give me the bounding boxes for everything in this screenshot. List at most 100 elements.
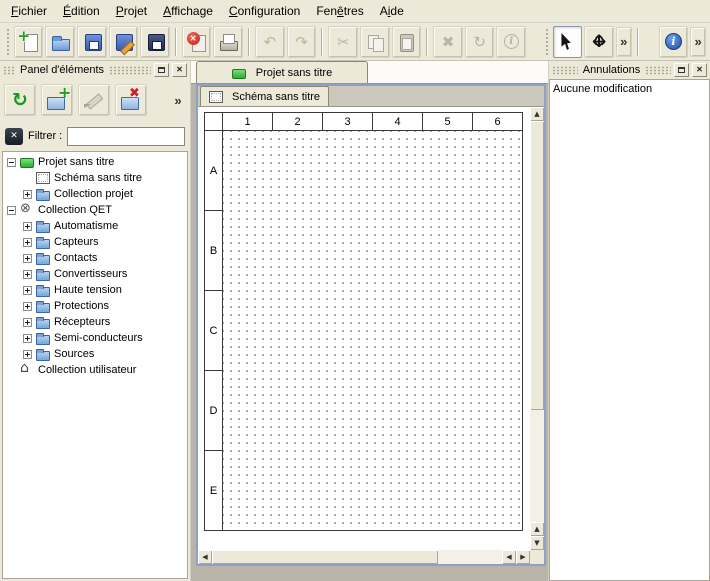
menu-configuration[interactable]: Configuration — [221, 1, 308, 21]
tree-item-semi-conducteurs[interactable]: Semi-conducteurs — [3, 330, 187, 346]
scroll-up-button[interactable]: ▲ — [530, 522, 544, 536]
undo-list-item[interactable]: Aucune modification — [553, 82, 706, 97]
tab-projet-sans-titre[interactable]: Projet sans titre — [196, 61, 368, 83]
tree-item-haute-tension[interactable]: Haute tension — [3, 282, 187, 298]
print-button[interactable] — [213, 26, 243, 58]
expand-icon[interactable] — [23, 318, 32, 327]
info-blue-icon — [665, 33, 682, 50]
expand-icon[interactable] — [23, 222, 32, 231]
main-area: Panel d'éléments ✕ ↻ » Filtrer : — [0, 61, 710, 581]
elements-tree[interactable]: Projet sans titre Schéma sans titre Coll… — [2, 151, 188, 579]
select-pointer-icon — [561, 33, 573, 50]
dock-grip — [3, 66, 15, 75]
new-element-button[interactable] — [41, 84, 73, 116]
tree-item-schema[interactable]: Schéma sans titre — [3, 170, 187, 186]
tree-item-project[interactable]: Projet sans titre — [3, 154, 187, 170]
copy-button[interactable] — [360, 26, 390, 58]
paste-button[interactable] — [392, 26, 422, 58]
tree-item-convertisseurs[interactable]: Convertisseurs — [3, 266, 187, 282]
vertical-scrollbar[interactable]: ▲ ▲ ▼ — [530, 107, 544, 550]
horizontal-scroll-track[interactable] — [212, 550, 502, 564]
edit-element-button[interactable] — [78, 84, 110, 116]
tree-item-protections[interactable]: Protections — [3, 298, 187, 314]
menu-affichage[interactable]: Affichage — [155, 1, 221, 21]
redo-button[interactable]: ↷ — [287, 26, 317, 58]
schema-tab-label: Schéma sans titre — [232, 91, 320, 103]
delete-element-button[interactable] — [115, 84, 147, 116]
scroll-up-button[interactable]: ▲ — [530, 107, 544, 121]
about-button[interactable] — [659, 26, 689, 58]
select-tool-button[interactable] — [553, 26, 583, 58]
new-file-button[interactable] — [14, 26, 44, 58]
expand-icon[interactable] — [23, 302, 32, 311]
panel-overflow-button[interactable]: » — [170, 91, 186, 109]
toolbar-grip[interactable] — [545, 28, 549, 56]
annulations-titlebar[interactable]: Annulations ✕ — [549, 61, 710, 79]
rotate-button[interactable]: ↻ — [465, 26, 495, 58]
filter-input[interactable] — [67, 127, 185, 146]
folder-icon — [36, 332, 50, 344]
expand-icon[interactable] — [23, 286, 32, 295]
expand-icon[interactable] — [23, 334, 32, 343]
menu-projet[interactable]: Projet — [108, 1, 155, 21]
horizontal-scrollbar[interactable]: ◀ ◀ ▶ — [198, 550, 530, 564]
toolbar-separator — [248, 28, 250, 56]
scroll-right-icon: ▶ — [520, 554, 525, 561]
scroll-left-button[interactable]: ◀ — [502, 550, 516, 564]
filter-clear-icon[interactable] — [5, 128, 23, 145]
toolbar-overflow-button[interactable]: » — [690, 27, 706, 57]
toolbar-grip[interactable] — [6, 28, 10, 56]
tree-item-automatisme[interactable]: Automatisme — [3, 218, 187, 234]
scroll-down-button[interactable]: ▼ — [530, 536, 544, 550]
tree-item-collection-projet[interactable]: Collection projet — [3, 186, 187, 202]
expand-icon[interactable] — [23, 254, 32, 263]
undo-history-list[interactable]: Aucune modification — [549, 79, 710, 581]
horizontal-scroll-thumb[interactable] — [212, 550, 438, 564]
column-header: 4 — [373, 113, 423, 131]
save-button[interactable] — [77, 26, 107, 58]
scroll-left-button[interactable]: ◀ — [198, 550, 212, 564]
info-button[interactable] — [496, 26, 526, 58]
dock-float-button[interactable] — [154, 63, 169, 77]
expand-icon[interactable] — [23, 270, 32, 279]
expand-icon[interactable] — [23, 350, 32, 359]
move-tool-button[interactable] — [584, 26, 614, 58]
cut-button[interactable]: ✂ — [328, 26, 358, 58]
expand-icon[interactable] — [23, 238, 32, 247]
reload-collections-button[interactable]: ↻ — [4, 84, 36, 116]
delete-button[interactable]: ✖ — [433, 26, 463, 58]
scroll-right-button[interactable]: ▶ — [516, 550, 530, 564]
menu-edition[interactable]: Édition — [55, 1, 108, 21]
vertical-scroll-thumb[interactable] — [530, 121, 544, 410]
tree-item-contacts[interactable]: Contacts — [3, 250, 187, 266]
info-icon — [504, 34, 519, 49]
undo-button[interactable]: ↶ — [255, 26, 285, 58]
tree-item-collection-qet[interactable]: Collection QET — [3, 202, 187, 218]
elements-panel-titlebar[interactable]: Panel d'éléments ✕ — [0, 61, 190, 79]
tree-item-sources[interactable]: Sources — [3, 346, 187, 362]
dock-close-button[interactable]: ✕ — [692, 63, 707, 77]
tree-item-recepteurs[interactable]: Récepteurs — [3, 314, 187, 330]
menu-fenetres[interactable]: Fenêtres — [308, 1, 371, 21]
open-button[interactable] — [45, 26, 75, 58]
dock-close-button[interactable]: ✕ — [172, 63, 187, 77]
save-all-button[interactable] — [140, 26, 170, 58]
collapse-icon[interactable] — [7, 206, 16, 215]
drawing-grid[interactable] — [223, 131, 523, 531]
toolbar-overflow-button[interactable]: » — [616, 27, 632, 57]
menu-aide[interactable]: Aide — [372, 1, 412, 21]
tree-item-capteurs[interactable]: Capteurs — [3, 234, 187, 250]
annulations-title: Annulations — [581, 64, 643, 76]
vertical-scroll-track[interactable] — [530, 121, 544, 522]
close-file-button[interactable] — [182, 26, 212, 58]
dock-float-button[interactable] — [674, 63, 689, 77]
tab-schema-sans-titre[interactable]: Schéma sans titre — [200, 86, 329, 106]
menu-fichier[interactable]: Fichier — [3, 1, 55, 21]
save-as-button[interactable] — [109, 26, 139, 58]
collapse-icon[interactable] — [7, 158, 16, 167]
schema-canvas[interactable]: 1 2 3 4 5 6 A B C D E — [198, 107, 530, 550]
tree-item-collection-utilisateur[interactable]: Collection utilisateur — [3, 362, 187, 378]
column-header: 1 — [223, 113, 273, 131]
expand-icon[interactable] — [23, 190, 32, 199]
filter-label: Filtrer : — [28, 130, 62, 142]
